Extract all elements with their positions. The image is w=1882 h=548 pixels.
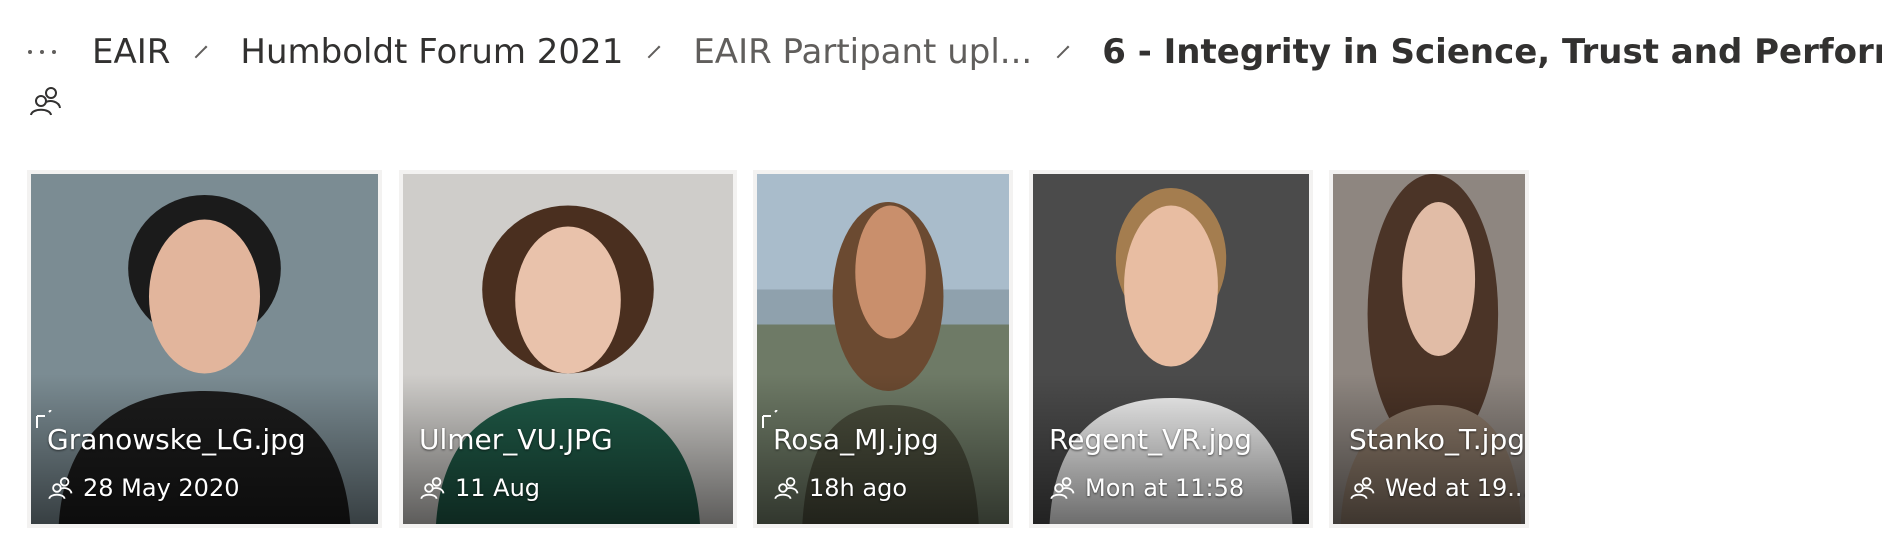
photo-tile[interactable]: Ulmer_VU.JPG 11 Aug: [403, 174, 733, 524]
photo-tile[interactable]: Rosa_MJ.jpg 18h ago: [757, 174, 1009, 524]
file-name: Granowske_LG.jpg: [47, 423, 306, 456]
photo-tile[interactable]: Regent_VR.jpg Mon at 11:58: [1033, 174, 1309, 524]
file-meta: Mon at 11:58: [1049, 474, 1244, 502]
people-shared-icon: [774, 477, 799, 500]
breadcrumb-item-humboldt-forum[interactable]: Humboldt Forum 2021: [232, 32, 631, 72]
file-name: Regent_VR.jpg: [1049, 423, 1252, 456]
file-meta: 18h ago: [773, 474, 907, 502]
file-name: Stanko_T.jpg: [1349, 423, 1525, 456]
people-shared-icon: [48, 477, 73, 500]
file-meta: 28 May 2020: [47, 474, 240, 502]
modified-date: Mon at 11:58: [1085, 474, 1245, 502]
photo-tile[interactable]: Granowske_LG.jpg 28 May 2020: [31, 174, 378, 524]
people-shared-icon: [1350, 477, 1375, 500]
file-meta: 11 Aug: [419, 474, 540, 502]
more-dot-icon: [40, 50, 44, 54]
photo-tile-grid: Granowske_LG.jpg 28 May 2020 Ulmer_VU.JP…: [0, 174, 1882, 530]
photo-tile[interactable]: Stanko_T.jpg Wed at 19...: [1333, 174, 1525, 524]
more-dot-icon: [28, 50, 32, 54]
file-meta: Wed at 19...: [1349, 474, 1525, 502]
people-shared-icon: [420, 477, 445, 500]
modified-date: 28 May 2020: [83, 474, 240, 502]
people-shared-icon: [1050, 477, 1075, 500]
modified-date: 11 Aug: [455, 474, 541, 502]
onedrive-folder-view: EAIR Humboldt Forum 2021 EAIR Partipant …: [0, 0, 1882, 548]
breadcrumb-current-folder: 6 - Integrity in Science, Trust and Perf…: [1102, 32, 1882, 72]
file-name: Rosa_MJ.jpg: [773, 423, 939, 456]
more-dot-icon: [52, 50, 56, 54]
modified-date: 18h ago: [809, 474, 908, 502]
modified-date: Wed at 19...: [1385, 474, 1525, 502]
people-shared-icon: [30, 87, 61, 116]
breadcrumb-item-participant-uploads[interactable]: EAIR Partipant upl...: [685, 32, 1040, 72]
chevron-right-icon: [1056, 45, 1070, 59]
breadcrumb: EAIR Humboldt Forum 2021 EAIR Partipant …: [28, 22, 1882, 82]
file-name: Ulmer_VU.JPG: [419, 423, 613, 456]
breadcrumb-item-eair[interactable]: EAIR: [84, 32, 178, 72]
chevron-right-icon: [195, 45, 208, 59]
chevron-right-icon: [647, 45, 661, 59]
breadcrumb-overflow-button[interactable]: [28, 50, 56, 54]
